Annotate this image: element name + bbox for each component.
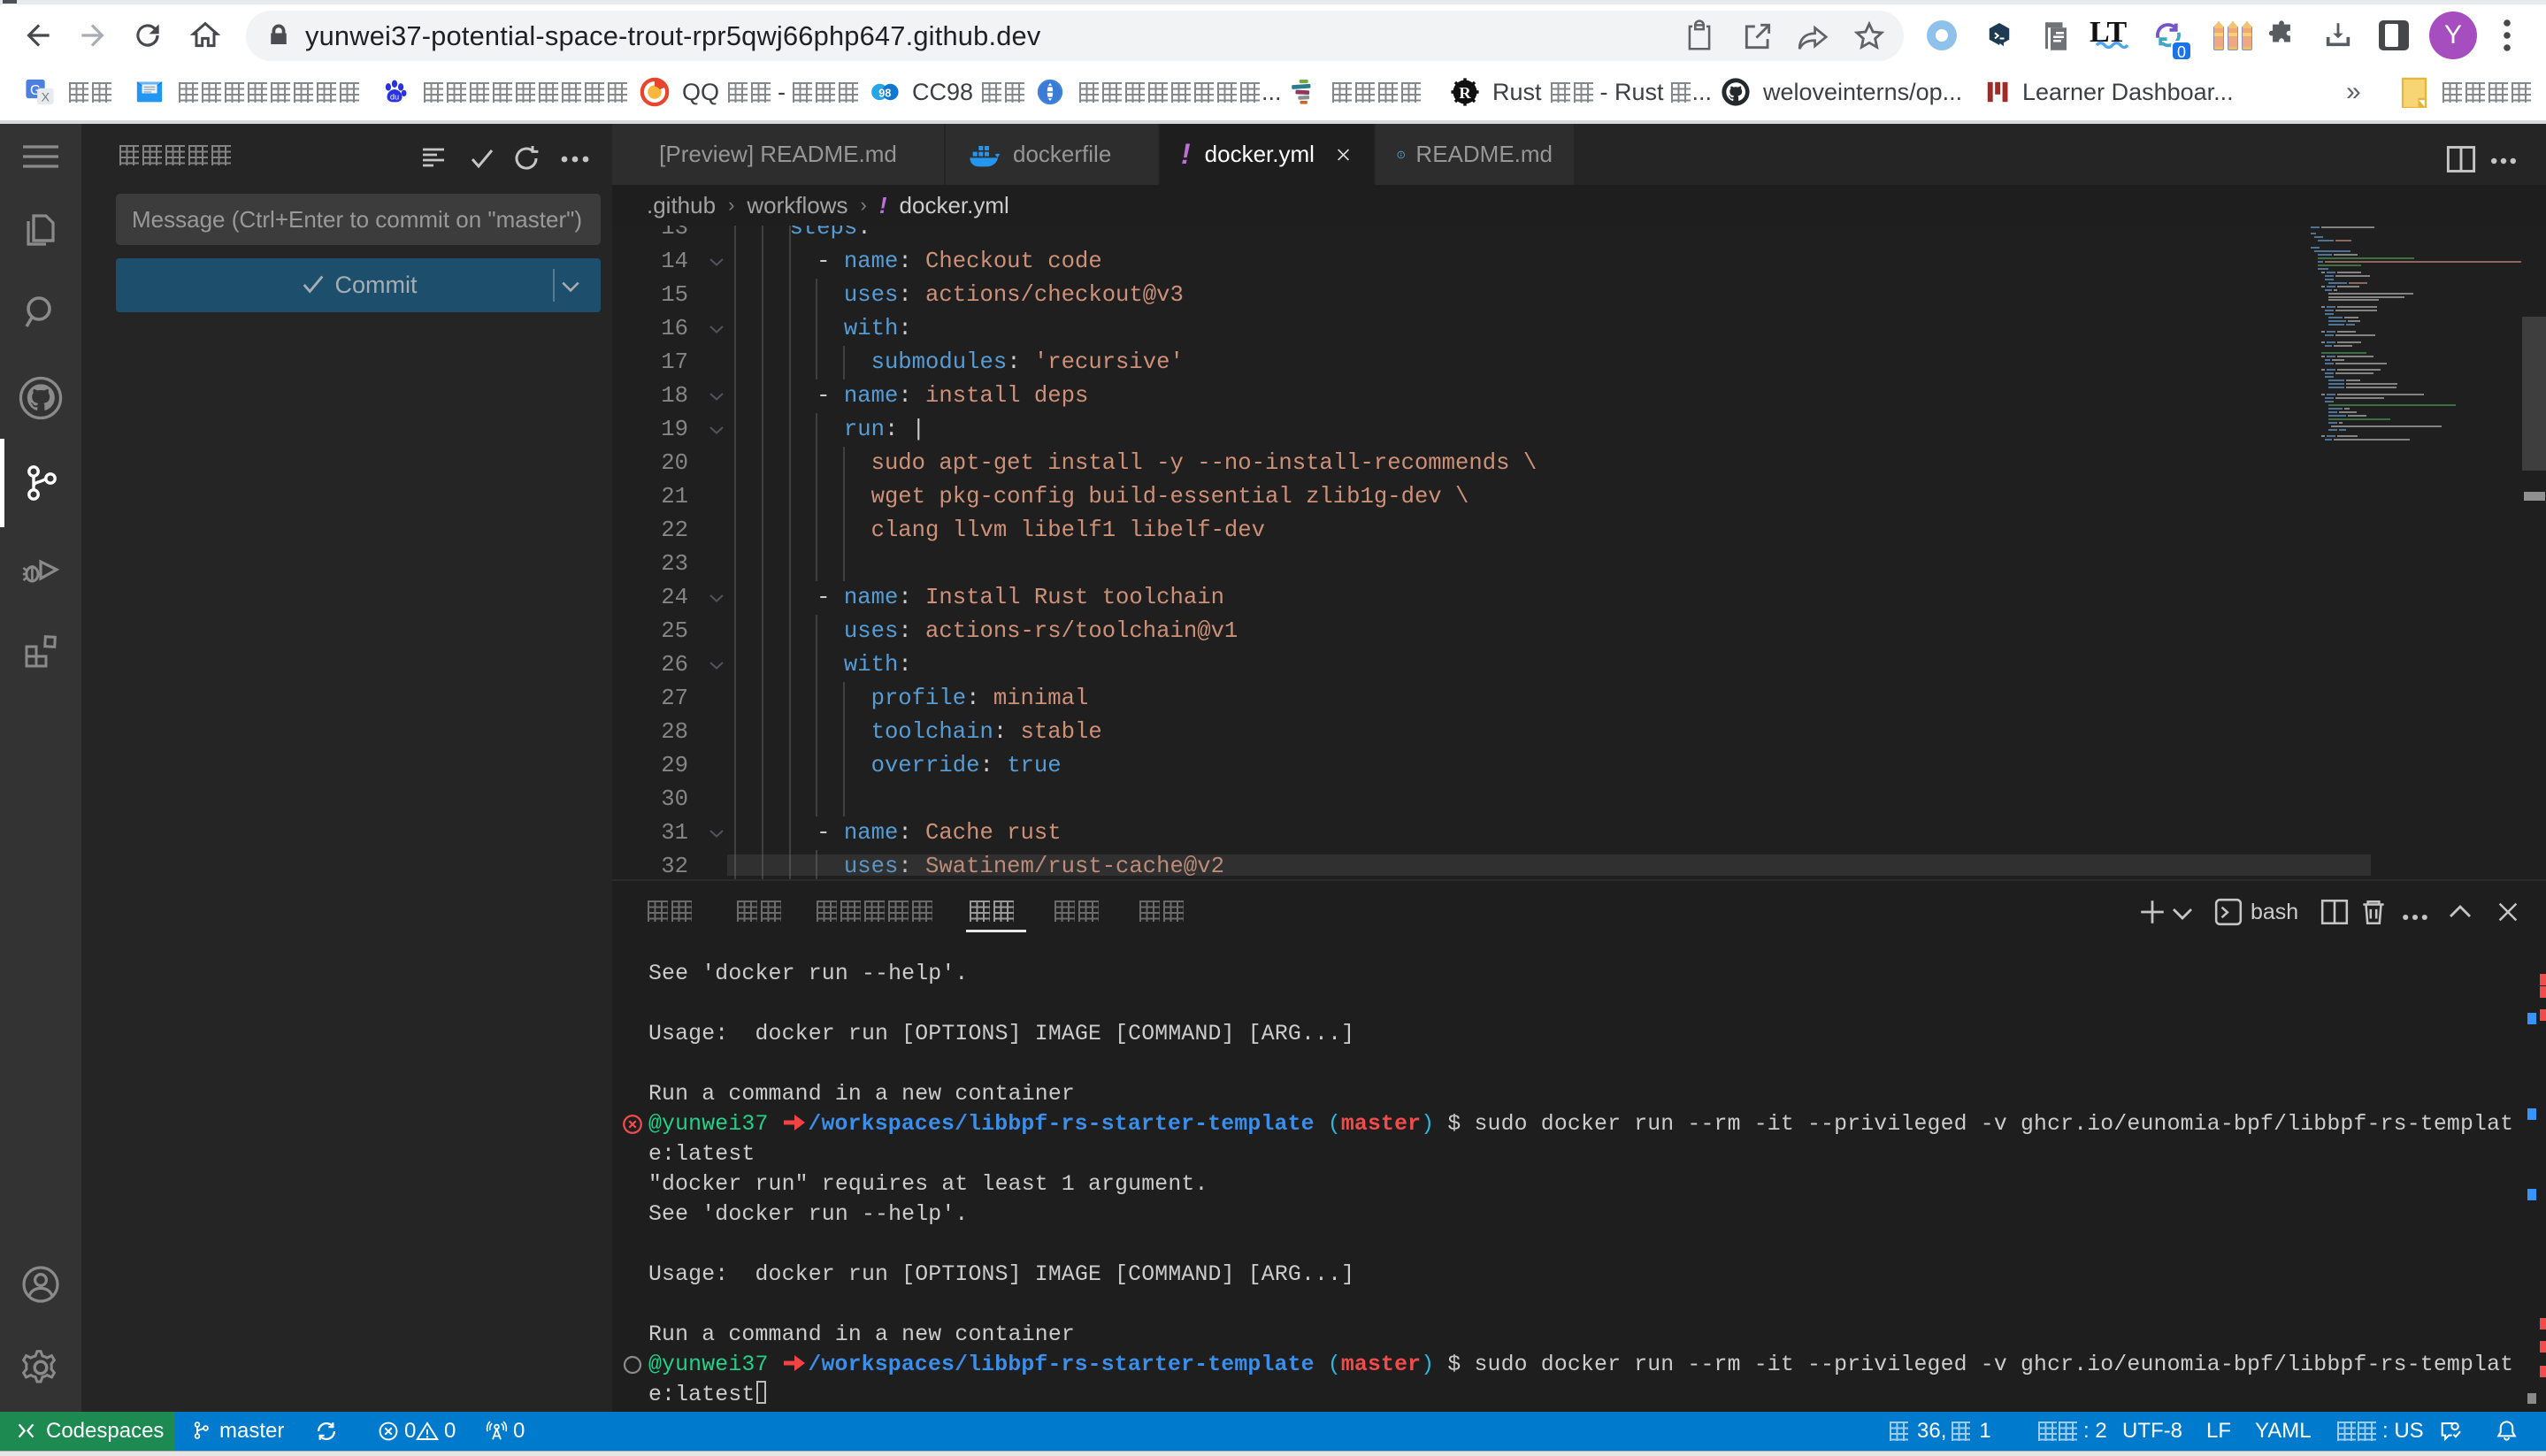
- svg-text:du: du: [390, 93, 399, 102]
- svg-text:98: 98: [878, 87, 891, 100]
- svg-text:R: R: [1459, 84, 1471, 102]
- svg-text:X: X: [42, 91, 50, 105]
